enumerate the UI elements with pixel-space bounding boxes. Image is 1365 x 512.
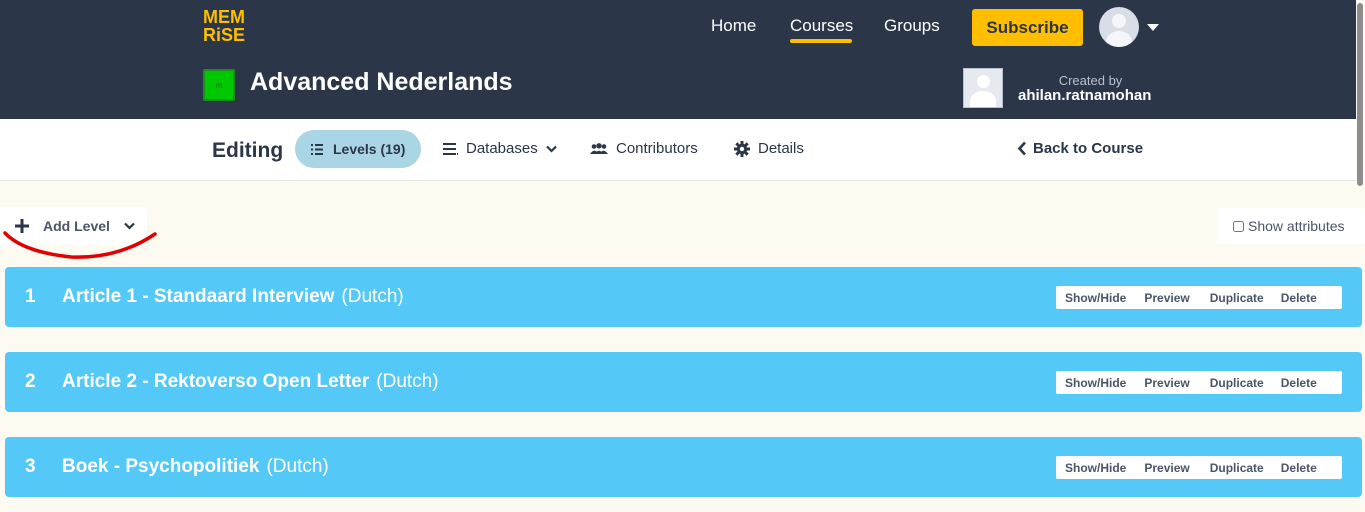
duplicate-button[interactable]: Duplicate — [1202, 376, 1273, 390]
course-icon: m — [203, 69, 235, 101]
back-to-course-label: Back to Course — [1033, 140, 1144, 157]
level-title[interactable]: Article 1 - Standaard Interview (Dutch) — [62, 286, 404, 308]
created-by-label: Created by — [1058, 73, 1123, 88]
user-avatar[interactable] — [1099, 7, 1139, 47]
level-row[interactable]: 2 Article 2 - Rektoverso Open Letter (Dut… — [5, 352, 1362, 412]
memrise-logo[interactable]: MEM RiSE — [203, 8, 247, 48]
level-row[interactable]: 3 Boek - Psychopolitiek (Dutch) Show/Hide… — [5, 437, 1362, 497]
tab-databases[interactable]: Databases — [443, 140, 557, 157]
tab-details-label: Details — [758, 140, 804, 157]
course-title: Advanced Nederlands — [250, 68, 513, 96]
tab-contributors[interactable]: Contributors — [590, 140, 698, 157]
level-language: (Dutch) — [341, 286, 404, 307]
page-scrollbar-thumb[interactable] — [1357, 3, 1363, 186]
duplicate-button[interactable]: Duplicate — [1202, 461, 1273, 475]
nav-courses-active-underline — [790, 39, 852, 43]
database-list-icon — [443, 142, 458, 155]
level-title[interactable]: Boek - Psychopolitiek (Dutch) — [62, 456, 329, 478]
creator-name-link[interactable]: ahilan.ratnamohan — [1018, 87, 1151, 104]
chevron-left-icon — [1017, 141, 1026, 156]
delete-button[interactable]: Delete — [1273, 291, 1322, 305]
user-menu-caret-icon[interactable] — [1147, 24, 1159, 31]
back-to-course-link[interactable]: Back to Course — [1017, 140, 1143, 157]
delete-button[interactable]: Delete — [1273, 376, 1322, 390]
level-language: (Dutch) — [376, 371, 439, 392]
show-attributes-toggle[interactable]: Show attributes — [1218, 208, 1365, 244]
nav-home[interactable]: Home — [711, 16, 756, 36]
show-hide-button[interactable]: Show/Hide — [1056, 376, 1131, 390]
level-number: 1 — [25, 286, 36, 307]
subscribe-button[interactable]: Subscribe — [972, 9, 1083, 46]
preview-button[interactable]: Preview — [1131, 461, 1201, 475]
tab-databases-label: Databases — [466, 140, 538, 157]
level-title-text: Article 1 - Standaard Interview — [62, 286, 335, 307]
course-icon-text: m — [215, 80, 223, 90]
red-annotation-underline — [3, 231, 157, 259]
level-language: (Dutch) — [266, 456, 329, 477]
nav-groups[interactable]: Groups — [884, 16, 940, 36]
list-icon — [311, 143, 323, 155]
preview-button[interactable]: Preview — [1131, 291, 1201, 305]
level-title-text: Article 2 - Rektoverso Open Letter — [62, 371, 370, 392]
editing-label: Editing — [212, 139, 284, 162]
tab-levels-label: Levels (19) — [333, 141, 406, 157]
users-icon — [590, 142, 608, 154]
tab-levels[interactable]: Levels (19) — [295, 130, 421, 168]
creator-avatar[interactable] — [963, 68, 1003, 108]
level-actions: Show/Hide Preview Duplicate Delete — [1056, 286, 1342, 309]
level-number: 2 — [25, 371, 36, 392]
logo-line-1: MEM — [203, 7, 245, 27]
show-hide-button[interactable]: Show/Hide — [1056, 461, 1131, 475]
chevron-down-icon — [545, 145, 557, 153]
delete-button[interactable]: Delete — [1273, 461, 1322, 475]
level-number: 3 — [25, 456, 36, 477]
nav-courses[interactable]: Courses — [790, 16, 853, 36]
level-row[interactable]: 1 Article 1 - Standaard Interview (Dutch)… — [5, 267, 1362, 327]
tab-details[interactable]: Details — [734, 140, 804, 157]
show-attributes-label: Show attributes — [1248, 218, 1345, 234]
gear-icon — [734, 140, 750, 157]
level-actions: Show/Hide Preview Duplicate Delete — [1056, 371, 1342, 394]
tab-contributors-label: Contributors — [616, 140, 698, 157]
show-hide-button[interactable]: Show/Hide — [1056, 291, 1131, 305]
duplicate-button[interactable]: Duplicate — [1202, 291, 1273, 305]
level-title-text: Boek - Psychopolitiek — [62, 456, 260, 477]
preview-button[interactable]: Preview — [1131, 376, 1201, 390]
level-actions: Show/Hide Preview Duplicate Delete — [1056, 456, 1342, 479]
logo-line-2: RiSE — [203, 25, 246, 45]
show-attributes-checkbox[interactable] — [1233, 220, 1244, 232]
level-title[interactable]: Article 2 - Rektoverso Open Letter (Dutch… — [62, 371, 439, 393]
